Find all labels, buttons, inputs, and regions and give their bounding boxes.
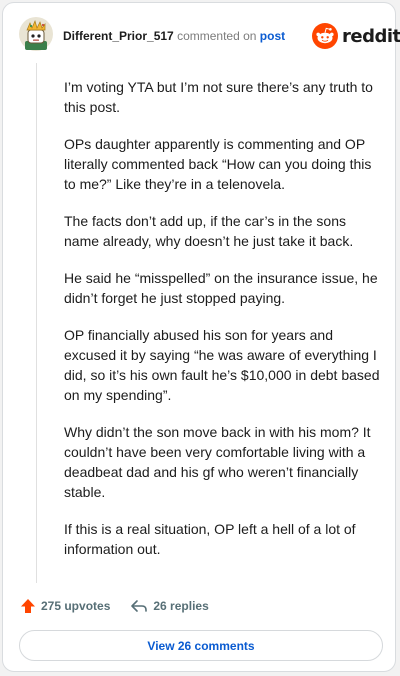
thread-line[interactable]	[36, 63, 37, 583]
comment-body: I’m voting YTA but I’m not sure there’s …	[64, 77, 382, 576]
comment-paragraph: OP financially abused his son for years …	[64, 327, 380, 403]
comment-header: Different_Prior_517 commented on post	[63, 28, 285, 44]
avatar-icon[interactable]	[19, 17, 53, 51]
upvote-arrow-icon	[21, 599, 35, 613]
reddit-logo[interactable]: reddit	[312, 23, 400, 49]
replies-button[interactable]: 26 replies	[130, 598, 209, 614]
comment-paragraph: OPs daughter apparently is commenting an…	[64, 136, 372, 192]
post-link[interactable]: post	[260, 29, 285, 43]
reply-arrow-icon	[131, 600, 148, 612]
comment-paragraph: Why didn’t the son move back in with his…	[64, 424, 371, 500]
comment-paragraph: If this is a real situation, OP left a h…	[64, 521, 356, 557]
view-comments-button[interactable]: View 26 comments	[19, 630, 383, 661]
comment-actions: 275 upvotes 26 replies	[20, 596, 209, 616]
reply-count: 26 replies	[153, 599, 209, 613]
upvote-count: 275 upvotes	[41, 599, 111, 613]
comment-paragraph: I’m voting YTA but I’m not sure there’s …	[64, 79, 373, 115]
username-link[interactable]: Different_Prior_517	[63, 29, 174, 43]
reddit-snoo-icon	[312, 23, 338, 49]
upvote-button[interactable]: 275 upvotes	[20, 598, 110, 614]
comment-paragraph: He said he “misspelled” on the insurance…	[64, 270, 378, 306]
commented-on-text: commented on	[177, 29, 257, 43]
comment-card: Different_Prior_517 commented on post re…	[2, 2, 400, 672]
reddit-wordmark: reddit	[342, 25, 400, 47]
comment-paragraph: The facts don’t add up, if the car’s in …	[64, 213, 354, 249]
